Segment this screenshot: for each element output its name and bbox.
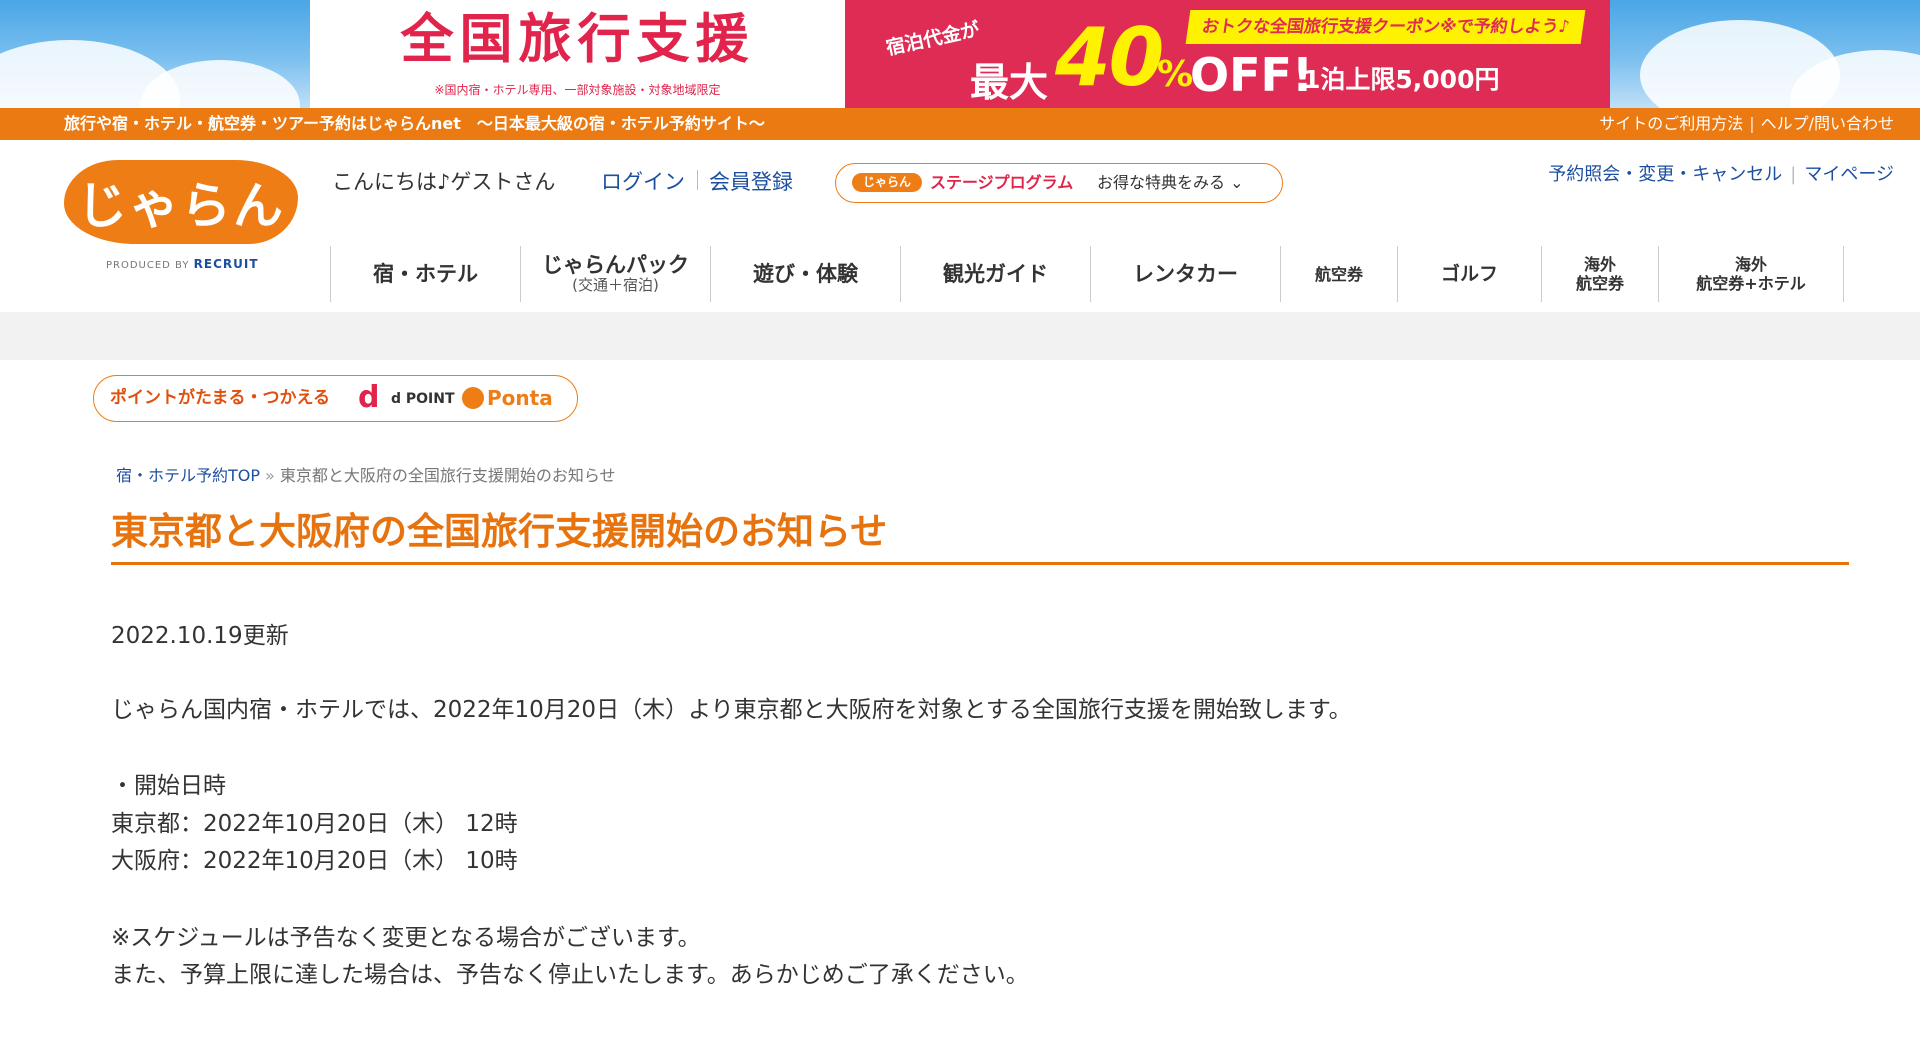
dpoint-label: d POINT [391,391,455,407]
jalan-logo[interactable]: じゃらん [64,160,298,244]
nav-overseas-flights-hotel[interactable]: 海外 航空券+ホテル [1658,246,1844,302]
account-links: 予約照会・変更・キャンセル | マイページ [1548,160,1894,186]
breadcrumb: 宿・ホテル予約TOP » 東京都と大阪府の全国旅行支援開始のお知らせ [116,462,616,486]
divider [697,170,698,190]
nav-label: じゃらんパック [542,253,689,277]
divider: | [1790,164,1797,185]
nav-guide[interactable]: 観光ガイド [900,246,1090,302]
nav-label: 航空券 [1575,274,1624,293]
divider: | [1749,114,1755,133]
campaign-banner[interactable]: 全国旅行支援 ※国内宿・ホテル専用、一部対象施設・対象地域限定 宿泊代金が 最大… [0,0,1920,108]
logo-text: じゃらん [77,177,285,235]
banner-note: ※国内宿・ホテル専用、一部対象施設・対象地域限定 [434,83,721,97]
greeting: こんにちは♪ゲストさん [332,170,556,194]
tokyo-start: 東京都：2022年10月20日（木） 12時 [111,811,518,837]
login-link[interactable]: ログイン [601,166,685,196]
nav-sublabel: (交通＋宿泊) [572,276,659,294]
breadcrumb-current: 東京都と大阪府の全国旅行支援開始のお知らせ [279,466,616,485]
nav-label: 航空券+ホテル [1696,274,1806,293]
nav-rentacar[interactable]: レンタカー [1090,246,1280,302]
usage-guide-link[interactable]: サイトのご利用方法 [1599,114,1743,133]
nav-label: 海外 [1583,255,1616,274]
budget-note: また、予算上限に達した場合は、予告なく停止いたします。あらかじめご了承ください。 [111,962,1029,988]
nav-label: 航空券 [1314,264,1363,284]
schedule-note: ※スケジュールは予告なく変更となる場合がございます。 [111,925,701,951]
nav-label: 観光ガイド [943,262,1048,286]
updated-date: 2022.10.19更新 [111,623,289,649]
strip-links: サイトのご利用方法 | ヘルプ/問い合わせ [1599,108,1894,140]
cloud-decoration [140,60,300,108]
nav-label: ゴルフ [1440,262,1498,285]
banner-percent-sign: % [1157,54,1194,95]
stage-program-label: ステージプログラム [930,173,1074,192]
banner-percent-number: 40 [1055,11,1164,104]
breadcrumb-home[interactable]: 宿・ホテル予約TOP [116,466,260,485]
stage-program-link: お得な特典をみる ⌄ [1097,173,1244,192]
banner-max: 最大 [970,61,1049,106]
banner-title: 全国旅行支援 [400,9,755,70]
site-strip: 旅行や宿・ホテル・航空券・ツアー予約はじゃらんnet 〜日本最大級の宿・ホテル予… [0,108,1920,140]
reservation-manage-link[interactable]: 予約照会・変更・キャンセル [1548,164,1782,185]
site-tagline: 旅行や宿・ホテル・航空券・ツアー予約はじゃらんnet 〜日本最大級の宿・ホテル予… [64,114,765,133]
breadcrumb-separator: » [265,466,275,485]
stage-program-button[interactable]: じゃらん ステージプログラム お得な特典をみる ⌄ [835,163,1283,203]
register-link[interactable]: 会員登録 [709,166,793,196]
ponta-icon [462,387,484,409]
gray-band [0,312,1920,360]
banner-limit: 1泊上限5,000円 [1303,65,1500,94]
nav-hotel[interactable]: 宿・ホテル [330,246,520,302]
page-title: 東京都と大阪府の全国旅行支援開始のお知らせ [111,510,888,553]
mypage-link[interactable]: マイページ [1804,164,1894,185]
nav-flights[interactable]: 航空券 [1280,246,1397,302]
banner-coupon: おトクな全国旅行支援クーポン※で予約しよう♪ [1185,10,1586,44]
produced-by-label: PRODUCED BY [106,260,190,271]
banner-off: OFF! [1190,48,1313,102]
dpoint-icon: d [358,380,380,415]
jalan-mini-logo: じゃらん [852,173,922,192]
start-heading: ・開始日時 [111,773,226,799]
nav-jalan-pack[interactable]: じゃらんパック (交通＋宿泊) [520,246,710,302]
produced-by: PRODUCED BY RECRUIT [106,257,259,271]
recruit-brand: RECRUIT [193,257,259,271]
nav-activities[interactable]: 遊び・体験 [710,246,900,302]
nav-label: 海外 [1734,255,1767,274]
points-text: ポイントがたまる・つかえる [110,388,330,408]
nav-golf[interactable]: ゴルフ [1397,246,1541,302]
nav-overseas-flights[interactable]: 海外 航空券 [1541,246,1658,302]
nav-label: レンタカー [1133,262,1238,286]
ponta-label: Ponta [487,386,553,410]
osaka-start: 大阪府：2022年10月20日（木） 10時 [111,848,518,874]
title-underline [111,562,1849,565]
points-banner[interactable]: ポイントがたまる・つかえる d d POINT Ponta [93,375,578,422]
help-link[interactable]: ヘルプ/問い合わせ [1761,114,1894,133]
nav-label: 宿・ホテル [373,262,478,286]
main-nav: 宿・ホテル じゃらんパック (交通＋宿泊) 遊び・体験 観光ガイド レンタカー … [330,246,1844,302]
intro-text: じゃらん国内宿・ホテルでは、2022年10月20日（木）より東京都と大阪府を対象… [111,697,1352,723]
nav-label: 遊び・体験 [753,262,858,286]
